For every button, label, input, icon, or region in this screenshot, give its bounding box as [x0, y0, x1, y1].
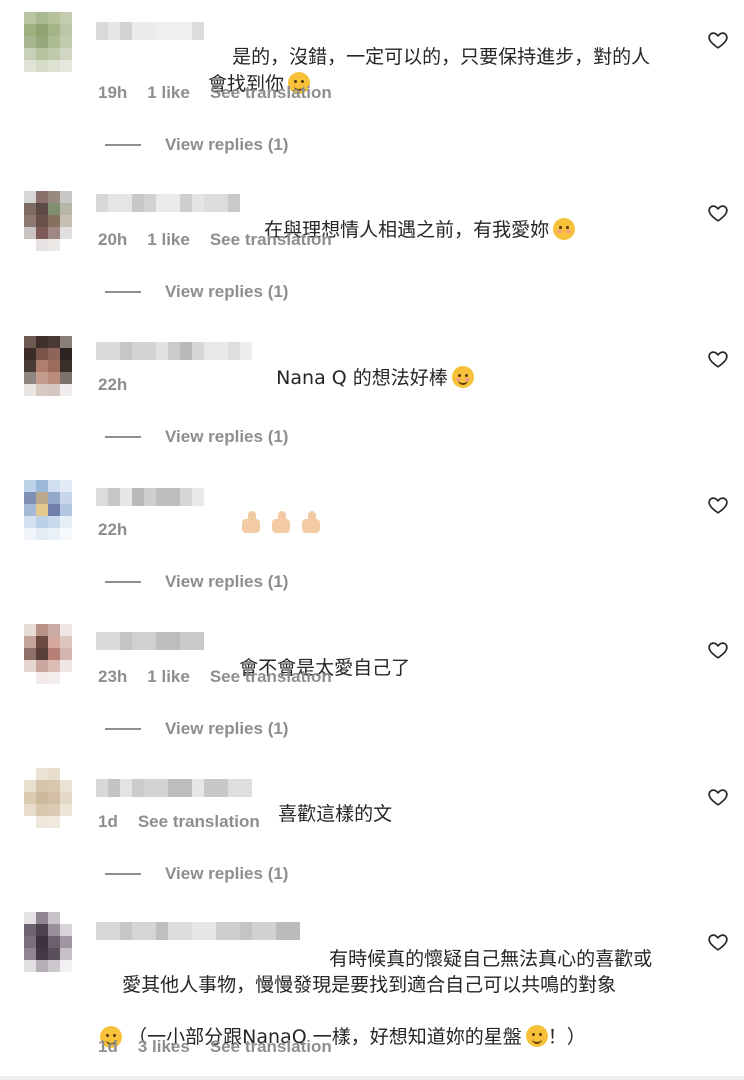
replies-divider — [105, 873, 141, 875]
thumbs-up-icon — [239, 510, 263, 534]
see-translation-link[interactable]: See translation — [210, 1037, 332, 1057]
view-replies-button[interactable]: View replies (1) — [105, 719, 288, 739]
heart-icon[interactable] — [707, 348, 729, 370]
view-replies-button[interactable]: View replies (1) — [105, 572, 288, 592]
view-replies-label: View replies (1) — [165, 427, 289, 446]
heart-icon[interactable] — [707, 931, 729, 953]
username[interactable] — [96, 194, 240, 212]
comment-meta: 22h — [98, 520, 127, 540]
timestamp[interactable]: 1d — [98, 1037, 118, 1057]
smiling-face-blush-icon — [451, 366, 474, 388]
view-replies-button[interactable]: View replies (1) — [105, 427, 288, 447]
heart-icon[interactable] — [707, 639, 729, 661]
avatar[interactable] — [24, 912, 72, 972]
username[interactable] — [96, 22, 204, 40]
see-translation-link[interactable]: See translation — [138, 812, 260, 832]
bottom-divider — [0, 1076, 744, 1080]
view-replies-label: View replies (1) — [165, 282, 289, 301]
heart-icon[interactable] — [707, 29, 729, 51]
replies-divider — [105, 144, 141, 146]
comment-text: Nana Q 的想法好棒 — [252, 338, 672, 419]
avatar[interactable] — [24, 191, 72, 251]
rolling-laughing-face-icon — [525, 1025, 548, 1047]
see-translation-link[interactable]: See translation — [210, 230, 332, 250]
likes-count[interactable]: 3 likes — [138, 1037, 190, 1057]
comment-meta: 20h 1 like See translation — [98, 230, 332, 250]
avatar[interactable] — [24, 336, 72, 396]
comment-meta: 22h — [98, 375, 127, 395]
view-replies-label: View replies (1) — [165, 572, 289, 591]
comment-text: 喜歡這樣的文 — [278, 803, 393, 825]
comment-meta: 23h 1 like See translation — [98, 667, 332, 687]
timestamp[interactable]: 22h — [98, 375, 127, 395]
avatar[interactable] — [24, 480, 72, 540]
face-blowing-kiss-icon — [553, 218, 576, 240]
replies-divider — [105, 581, 141, 583]
avatar[interactable] — [24, 624, 72, 684]
comment-meta: 1d 3 likes See translation — [98, 1037, 332, 1057]
replies-divider — [105, 728, 141, 730]
timestamp[interactable]: 19h — [98, 83, 127, 103]
username[interactable] — [96, 342, 252, 360]
see-translation-link[interactable]: See translation — [210, 83, 332, 103]
likes-count[interactable]: 1 like — [147, 667, 190, 687]
timestamp[interactable]: 23h — [98, 667, 127, 687]
timestamp[interactable]: 20h — [98, 230, 127, 250]
thumbs-up-icon — [299, 510, 323, 534]
thumbs-up-icon — [269, 510, 293, 534]
comment-meta: 1d See translation — [98, 812, 260, 832]
comment-text: 是的，沒錯，一定可以的，只要保持進步，對的人 會找到你 — [208, 46, 651, 95]
see-translation-link[interactable]: See translation — [210, 667, 332, 687]
likes-count[interactable]: 1 like — [147, 230, 190, 250]
heart-icon[interactable] — [707, 494, 729, 516]
view-replies-label: View replies (1) — [165, 864, 289, 883]
view-replies-button[interactable]: View replies (1) — [105, 135, 288, 155]
comment-meta: 19h 1 like See translation — [98, 83, 332, 103]
username[interactable] — [96, 922, 300, 940]
heart-icon[interactable] — [707, 202, 729, 224]
likes-count[interactable]: 1 like — [147, 83, 190, 103]
replies-divider — [105, 291, 141, 293]
timestamp[interactable]: 22h — [98, 520, 127, 540]
view-replies-label: View replies (1) — [165, 719, 289, 738]
view-replies-label: View replies (1) — [165, 135, 289, 154]
username[interactable] — [96, 488, 204, 506]
heart-icon[interactable] — [707, 786, 729, 808]
replies-divider — [105, 436, 141, 438]
avatar[interactable] — [24, 12, 72, 72]
view-replies-button[interactable]: View replies (1) — [105, 282, 288, 302]
username[interactable] — [96, 779, 252, 797]
comment-text — [215, 483, 415, 564]
timestamp[interactable]: 1d — [98, 812, 118, 832]
view-replies-button[interactable]: View replies (1) — [105, 864, 288, 884]
username[interactable] — [96, 632, 204, 650]
avatar[interactable] — [24, 768, 72, 828]
